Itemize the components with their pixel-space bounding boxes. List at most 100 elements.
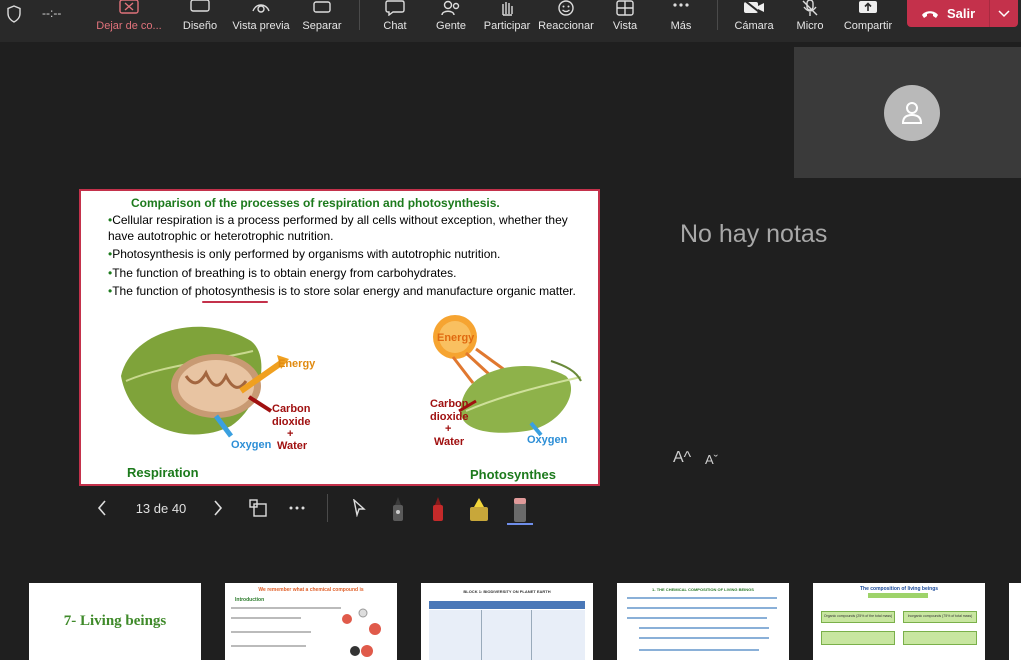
label-plus-left: + — [287, 428, 293, 440]
chat-label: Chat — [383, 20, 407, 32]
laser-pointer-icon — [353, 499, 366, 517]
thumbnail-cell: Organic compounds (25% of the total mass… — [821, 611, 895, 623]
people-button[interactable]: Gente — [432, 0, 470, 38]
more-label: Más — [670, 20, 692, 32]
photosynthesis-diagram: Energy Carbon dioxide + Water Oxygen — [430, 315, 582, 448]
grid-view-button[interactable] — [246, 490, 270, 526]
thumbnail-subtitle: Introduction — [235, 597, 265, 603]
view-icon — [614, 0, 636, 18]
next-slide-button[interactable] — [207, 490, 229, 526]
slide-thumbnail[interactable]: BLOCK 1: BIODIVERSITY ON PLANET EARTH — [421, 583, 593, 660]
react-button[interactable]: Reaccionar — [538, 0, 594, 38]
label-plus-right: + — [445, 423, 451, 435]
eraser-icon — [514, 498, 526, 522]
slide-thumbnail[interactable]: 1- THE CHEMICAL COMPOSITION OF LIVING BE… — [617, 583, 789, 660]
share-button[interactable]: Compartir — [840, 0, 896, 38]
slide-controls: 13 de 40 — [79, 490, 549, 526]
label-dioxide-right: dioxide — [430, 411, 469, 423]
leave-label: Salir — [947, 6, 976, 21]
person-icon — [901, 102, 923, 124]
view-button[interactable]: Vista — [610, 0, 640, 38]
toolbar-divider — [359, 0, 360, 30]
share-label: Compartir — [843, 20, 893, 32]
preview-button[interactable]: Vista previa — [230, 0, 292, 38]
label-dioxide-left: dioxide — [272, 416, 311, 428]
raise-hand-button[interactable]: Participar — [482, 0, 532, 38]
raise-hand-label: Participar — [483, 20, 531, 32]
molecule-icon — [342, 608, 381, 657]
react-label: Reaccionar — [538, 20, 594, 32]
label-oxygen-right: Oxygen — [527, 434, 568, 446]
label-oxygen-left: Oxygen — [231, 439, 272, 451]
camera-off-icon — [743, 0, 765, 18]
slide-thumbnail[interactable]: We remember what a chemical compound is … — [225, 583, 397, 660]
leave-dropdown[interactable] — [989, 0, 1017, 27]
avatar — [884, 85, 940, 141]
pop-out-button[interactable]: Separar — [300, 0, 344, 38]
stop-presenting-label: Dejar de co... — [96, 20, 162, 32]
label-water-right: Water — [434, 436, 465, 448]
slide-thumbnail[interactable]: The composition of living beings Organic… — [813, 583, 985, 660]
preview-label: Vista previa — [232, 20, 290, 32]
more-options-icon — [289, 506, 305, 510]
previous-slide-button[interactable] — [91, 490, 113, 526]
prev-icon — [97, 500, 106, 516]
thumbnail-title: BLOCK 1: BIODIVERSITY ON PLANET EARTH — [463, 589, 551, 594]
thumbnail-title: We remember what a chemical compound is — [258, 587, 364, 593]
current-slide: Comparison of the processes of respirati… — [79, 189, 600, 486]
more-icon — [670, 0, 692, 18]
chat-icon — [384, 0, 406, 18]
eraser-button[interactable] — [507, 490, 533, 526]
layout-button[interactable]: Diseño — [180, 0, 220, 38]
hang-up-icon — [922, 10, 938, 18]
grid-view-icon — [249, 499, 267, 517]
more-button[interactable]: Más — [666, 0, 696, 38]
caption-photosynthesis: Photosynthes — [470, 467, 556, 482]
camera-button[interactable]: Cámara — [732, 0, 776, 38]
toolbar-divider — [717, 0, 718, 30]
leave-button[interactable]: Salir — [907, 0, 1018, 27]
meeting-toolbar: --:-- Dejar de co... Diseño Vista previa… — [0, 0, 1021, 42]
mic-label: Micro — [796, 20, 824, 32]
pen-red-button[interactable] — [426, 490, 450, 526]
label-carbon-left: Carbon — [272, 403, 311, 415]
pop-out-icon — [311, 0, 333, 18]
pen-black-button[interactable] — [386, 490, 410, 526]
label-energy-right: Energy — [437, 332, 475, 344]
laser-pointer-button[interactable] — [347, 490, 371, 526]
camera-label: Cámara — [734, 20, 774, 32]
stop-presenting-icon — [118, 0, 140, 18]
shield-icon — [7, 5, 21, 23]
active-tool-indicator — [507, 523, 533, 525]
slide-thumbnail[interactable]: 7- Living beings — [29, 583, 201, 660]
highlighter-icon — [470, 498, 488, 521]
thumbnail-title: 7- Living beings — [63, 613, 167, 629]
chevron-down-icon — [997, 9, 1010, 17]
caption-respiration: Respiration — [127, 465, 199, 480]
layout-icon — [189, 0, 211, 18]
more-options-button[interactable] — [285, 490, 309, 526]
thumbnail-title: 1- THE CHEMICAL COMPOSITION OF LIVING BE… — [652, 587, 754, 592]
people-icon — [440, 0, 462, 18]
stop-presenting-button[interactable]: Dejar de co... — [96, 0, 162, 38]
view-label: Vista — [612, 20, 638, 32]
highlighter-button[interactable] — [467, 490, 491, 526]
chat-button[interactable]: Chat — [380, 0, 410, 38]
slide-counter: 13 de 40 — [135, 500, 187, 516]
raise-hand-icon — [496, 0, 518, 18]
pen-black-icon — [393, 497, 403, 521]
respiration-diagram: Energy Carbon dioxide + Water Oxygen — [121, 326, 316, 452]
mic-button[interactable]: Micro — [794, 0, 826, 38]
leave-main[interactable]: Salir — [907, 0, 989, 27]
slide-thumbnail[interactable] — [1009, 583, 1021, 660]
font-decrease-button[interactable]: Aˇ — [705, 452, 718, 467]
thumbnail-title: The composition of living beings — [859, 586, 939, 592]
mic-off-icon — [799, 0, 821, 18]
pen-red-icon — [433, 497, 443, 521]
next-icon — [214, 500, 223, 516]
slide-illustrations: Energy Carbon dioxide + Water Oxygen Ene… — [121, 315, 582, 452]
people-label: Gente — [436, 20, 466, 32]
participant-tile — [794, 47, 1021, 178]
label-carbon-right: Carbon — [430, 398, 469, 410]
font-increase-button[interactable]: A^ — [673, 449, 691, 467]
